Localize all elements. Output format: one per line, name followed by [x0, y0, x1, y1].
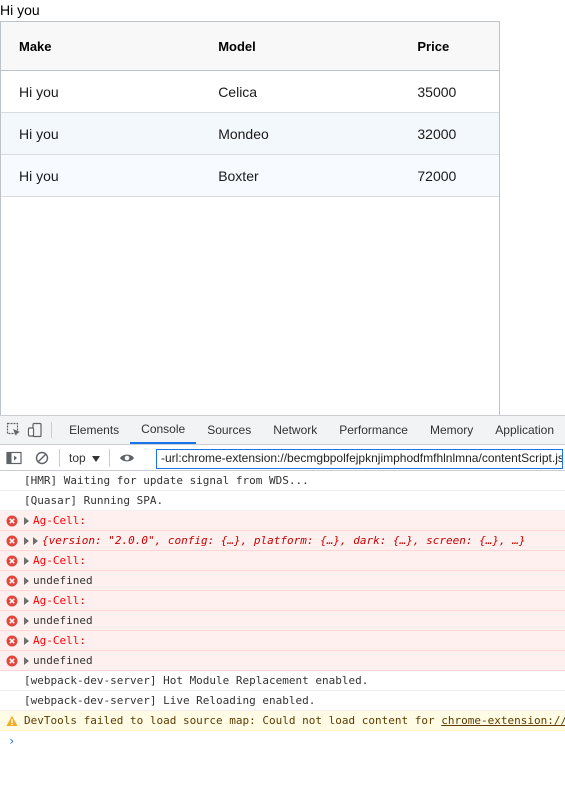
console-error: Ag-Cell:	[0, 551, 565, 571]
inspect-element-icon[interactable]	[4, 416, 25, 444]
cell-price[interactable]: 32000	[399, 126, 499, 142]
expand-triangle-icon[interactable]	[24, 536, 29, 545]
console-message: [HMR] Waiting for update signal from WDS…	[0, 471, 565, 491]
header-price[interactable]: Price	[399, 39, 499, 54]
context-selector[interactable]: top	[63, 445, 106, 471]
error-icon	[6, 555, 18, 567]
console-error: Ag-Cell:	[0, 631, 565, 651]
context-label: top	[69, 450, 86, 465]
cell-make[interactable]: Hi you	[1, 84, 200, 100]
console-message: [Quasar] Running SPA.	[0, 491, 565, 511]
device-toolbar-icon[interactable]	[25, 416, 46, 444]
header-make[interactable]: Make	[1, 39, 200, 54]
error-icon	[6, 535, 18, 547]
tab-console[interactable]: Console	[130, 416, 197, 444]
dropdown-arrow-icon	[91, 451, 100, 465]
console-warning: DevTools failed to load source map: Coul…	[0, 711, 565, 731]
console-output: [HMR] Waiting for update signal from WDS…	[0, 471, 565, 751]
grid-header: Make Model Price	[1, 22, 499, 71]
tab-application[interactable]: Application	[484, 416, 565, 444]
expand-triangle-icon[interactable]	[24, 616, 29, 625]
console-prompt[interactable]: ›	[0, 731, 565, 751]
console-error: Ag-Cell:	[0, 511, 565, 531]
source-map-link[interactable]: chrome-extension://	[441, 714, 565, 727]
cell-model[interactable]: Celica	[200, 84, 399, 100]
error-icon	[6, 515, 18, 527]
grid-row[interactable]: Hi you Celica 35000	[1, 71, 499, 113]
expand-triangle-icon[interactable]	[24, 556, 29, 565]
expand-triangle-icon[interactable]	[33, 536, 38, 545]
show-sidebar-icon[interactable]	[0, 445, 28, 471]
warning-icon	[6, 715, 18, 727]
console-toolbar: top -url:chrome-extension://becmgbpolfej…	[0, 445, 565, 471]
expand-triangle-icon[interactable]	[24, 516, 29, 525]
console-error: Ag-Cell:	[0, 591, 565, 611]
toolbar-divider	[59, 448, 60, 467]
page-text: Hi you	[0, 2, 40, 18]
tab-performance[interactable]: Performance	[328, 416, 419, 444]
expand-triangle-icon[interactable]	[24, 656, 29, 665]
grid-row[interactable]: Hi you Boxter 72000	[1, 155, 499, 197]
cell-price[interactable]: 35000	[399, 84, 499, 100]
console-error: {version: "2.0.0", config: {…}, platform…	[0, 531, 565, 551]
error-icon	[6, 575, 18, 587]
tab-network[interactable]: Network	[262, 416, 328, 444]
tabbar-divider	[51, 422, 53, 438]
expand-triangle-icon[interactable]	[24, 636, 29, 645]
cell-make[interactable]: Hi you	[1, 126, 200, 142]
console-message: [webpack-dev-server] Live Reloading enab…	[0, 691, 565, 711]
clear-console-icon[interactable]	[28, 445, 56, 471]
cell-make[interactable]: Hi you	[1, 168, 200, 184]
tab-memory[interactable]: Memory	[419, 416, 484, 444]
error-icon	[6, 595, 18, 607]
error-icon	[6, 635, 18, 647]
error-icon	[6, 615, 18, 627]
grid-row[interactable]: Hi you Mondeo 32000	[1, 113, 499, 155]
cell-model[interactable]: Mondeo	[200, 126, 399, 142]
cell-price[interactable]: 72000	[399, 168, 499, 184]
expand-triangle-icon[interactable]	[24, 596, 29, 605]
data-grid: Make Model Price Hi you Celica 35000 Hi …	[0, 21, 500, 415]
expand-triangle-icon[interactable]	[24, 576, 29, 585]
devtools-panel: Elements Console Sources Network Perform…	[0, 415, 565, 785]
cell-model[interactable]: Boxter	[200, 168, 399, 184]
toolbar-divider	[108, 448, 110, 467]
tab-elements[interactable]: Elements	[58, 416, 130, 444]
console-filter-input[interactable]: -url:chrome-extension://becmgbpolfejpknj…	[156, 449, 563, 469]
header-model[interactable]: Model	[200, 39, 399, 54]
console-error: undefined	[0, 611, 565, 631]
prompt-chevron-icon: ›	[8, 734, 16, 748]
tab-sources[interactable]: Sources	[196, 416, 262, 444]
live-expression-eye-icon[interactable]	[113, 445, 141, 471]
console-error: undefined	[0, 571, 565, 591]
devtools-tabbar: Elements Console Sources Network Perform…	[0, 416, 565, 445]
console-error: undefined	[0, 651, 565, 671]
error-icon	[6, 655, 18, 667]
console-message: [webpack-dev-server] Hot Module Replacem…	[0, 671, 565, 691]
